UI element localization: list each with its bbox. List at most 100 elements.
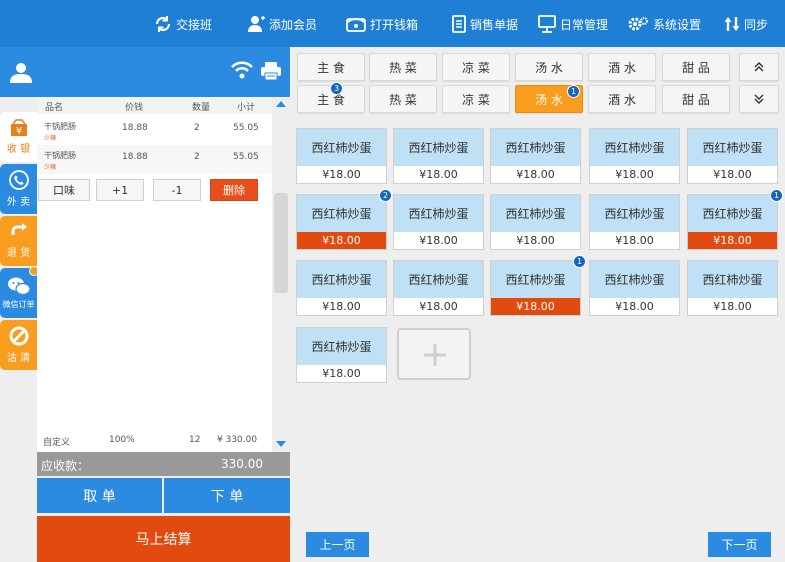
svg-text:¥: ¥: [15, 126, 21, 137]
sales-documents-label: 销售单据: [470, 17, 519, 32]
tab-return[interactable]: 退 货: [0, 216, 37, 266]
order-item-note: 少辣: [44, 164, 57, 171]
dish-name: 西红柿炒蛋: [590, 261, 679, 298]
sales-documents-button[interactable]: 销售单据: [452, 12, 518, 36]
order-item-note: 少辣: [44, 135, 57, 142]
dish-name: 西红柿炒蛋: [688, 195, 777, 232]
order-scrollbar[interactable]: [272, 97, 290, 452]
dish-card[interactable]: 西红柿炒蛋 ¥18.00: [589, 128, 680, 184]
order-panel: 品名 价钱 数量 小计 干锅肥肠 少辣 18.88 2 55.05 干锅肥肠 少…: [37, 97, 290, 452]
dish-card-selected[interactable]: 西红柿炒蛋 ¥18.00 1: [687, 189, 783, 250]
dish-card[interactable]: 西红柿炒蛋 ¥18.00: [687, 260, 778, 316]
dish-card[interactable]: 西红柿炒蛋 ¥18.00: [393, 260, 484, 316]
system-settings-label: 系统设置: [653, 17, 702, 32]
dish-card[interactable]: 西红柿炒蛋 ¥18.00: [296, 260, 387, 316]
category-desserts[interactable]: 甜 品: [662, 53, 730, 81]
sync-button[interactable]: 同步: [724, 12, 768, 36]
order-table-header: 品名 价钱 数量 小计: [37, 97, 272, 114]
next-page-button[interactable]: 下一页: [708, 532, 771, 557]
category-staple-food[interactable]: 主 食 3: [297, 82, 365, 113]
tab-sold-out[interactable]: 沽 清: [0, 320, 37, 370]
minus-one-button[interactable]: -1: [153, 179, 201, 201]
category-label: 热 菜: [389, 92, 417, 107]
summary-quantity: 12: [189, 435, 201, 445]
dish-card[interactable]: 西红柿炒蛋 ¥18.00: [490, 194, 581, 250]
scrollbar-thumb[interactable]: [274, 193, 288, 293]
open-cash-drawer-label: 打开钱箱: [370, 17, 419, 32]
column-header-quantity: 数量: [192, 103, 211, 113]
wifi-icon: [231, 61, 253, 79]
system-settings-button[interactable]: 系统设置: [627, 12, 701, 36]
monitor-icon: [538, 15, 556, 33]
dish-name: 西红柿炒蛋: [297, 195, 386, 232]
dish-card[interactable]: 西红柿炒蛋 ¥18.00: [296, 128, 387, 184]
printer-icon[interactable]: [260, 61, 282, 81]
add-member-label: 添加会员: [269, 17, 318, 32]
place-order-button[interactable]: 下 单: [164, 478, 290, 513]
gear-icon: [628, 17, 648, 31]
category-scroll-down-button[interactable]: [739, 85, 779, 113]
dish-price: ¥18.00: [419, 300, 458, 313]
user-icon[interactable]: [10, 62, 32, 84]
dish-card[interactable]: 西红柿炒蛋 ¥18.00: [490, 128, 581, 184]
category-hot-dishes[interactable]: 热 菜: [369, 85, 437, 113]
tab-takeout-label: 外 卖: [6, 197, 31, 208]
order-item-subtotal: 55.05: [233, 152, 259, 162]
flavor-button[interactable]: 口味: [38, 179, 90, 201]
category-label: 酒 水: [608, 92, 636, 107]
delete-button[interactable]: 删除: [210, 179, 258, 201]
category-desserts[interactable]: 甜 品: [662, 85, 730, 113]
dish-card[interactable]: 西红柿炒蛋 ¥18.00: [393, 194, 484, 250]
category-cold-dishes[interactable]: 凉 菜: [442, 85, 510, 113]
dish-name: 西红柿炒蛋: [297, 129, 386, 166]
category-cold-dishes[interactable]: 凉 菜: [442, 53, 510, 81]
column-header-subtotal: 小计: [237, 103, 256, 113]
tab-takeout[interactable]: 外 卖: [0, 164, 37, 214]
previous-page-button[interactable]: 上一页: [306, 532, 369, 557]
scroll-up-arrow-icon[interactable]: [276, 101, 286, 107]
daily-management-button[interactable]: 日常管理: [538, 12, 608, 36]
dish-card[interactable]: 西红柿炒蛋 ¥18.00: [296, 327, 387, 383]
category-label: 甜 品: [682, 92, 710, 107]
open-cash-drawer-button[interactable]: 打开钱箱: [346, 12, 418, 36]
order-row[interactable]: 干锅肥肠 少辣 18.88 2 55.05: [37, 145, 272, 174]
shift-handover-button[interactable]: 交接班: [154, 12, 212, 36]
order-item-quantity: 2: [194, 152, 200, 162]
summary-total: ¥ 330.00: [217, 435, 258, 445]
phone-icon: [8, 170, 29, 190]
category-drinks[interactable]: 酒 水: [588, 85, 656, 113]
scroll-down-arrow-icon[interactable]: [276, 441, 286, 447]
add-member-button[interactable]: 添加会员: [247, 12, 317, 36]
dish-card[interactable]: 西红柿炒蛋 ¥18.00: [393, 128, 484, 184]
summary-label: 自定义: [43, 438, 71, 448]
category-soup[interactable]: 汤 水: [515, 53, 583, 81]
dish-card-selected[interactable]: 西红柿炒蛋 ¥18.00 2: [296, 189, 392, 250]
category-scroll-up-button[interactable]: [739, 53, 779, 81]
cashier-icon: ¥: [10, 119, 27, 137]
order-row[interactable]: 干锅肥肠 少辣 18.88 2 55.05: [37, 116, 272, 145]
dish-price: ¥18.00: [713, 168, 752, 181]
dish-name: 西红柿炒蛋: [394, 129, 483, 166]
category-staple-food[interactable]: 主 食: [297, 53, 365, 81]
category-hot-dishes[interactable]: 热 菜: [369, 53, 437, 81]
dish-price: ¥18.00: [322, 168, 361, 181]
summary-discount: 100%: [109, 435, 135, 445]
order-item-price: 18.88: [122, 152, 148, 162]
sync-label: 同步: [744, 17, 769, 32]
dish-card[interactable]: 西红柿炒蛋 ¥18.00: [589, 260, 680, 316]
dish-card[interactable]: 西红柿炒蛋 ¥18.00: [687, 128, 778, 184]
category-drinks[interactable]: 酒 水: [588, 53, 656, 81]
take-order-button[interactable]: 取 单: [37, 478, 162, 513]
checkout-button[interactable]: 马上结算: [37, 516, 290, 562]
plus-one-button[interactable]: +1: [96, 179, 144, 201]
dish-price: ¥18.00: [297, 232, 386, 249]
tab-wechat-orders[interactable]: 微信订单: [0, 266, 39, 318]
dish-card-selected[interactable]: 西红柿炒蛋 ¥18.00 1: [490, 255, 586, 316]
shift-handover-label: 交接班: [176, 17, 213, 32]
category-soup-selected[interactable]: 汤 水 1: [515, 85, 583, 113]
dish-price: ¥18.00: [615, 168, 654, 181]
dish-card[interactable]: 西红柿炒蛋 ¥18.00: [589, 194, 680, 250]
wechat-icon: [7, 277, 31, 296]
tab-cashier[interactable]: ¥ 收 银: [0, 112, 37, 162]
add-dish-button[interactable]: [397, 328, 471, 380]
